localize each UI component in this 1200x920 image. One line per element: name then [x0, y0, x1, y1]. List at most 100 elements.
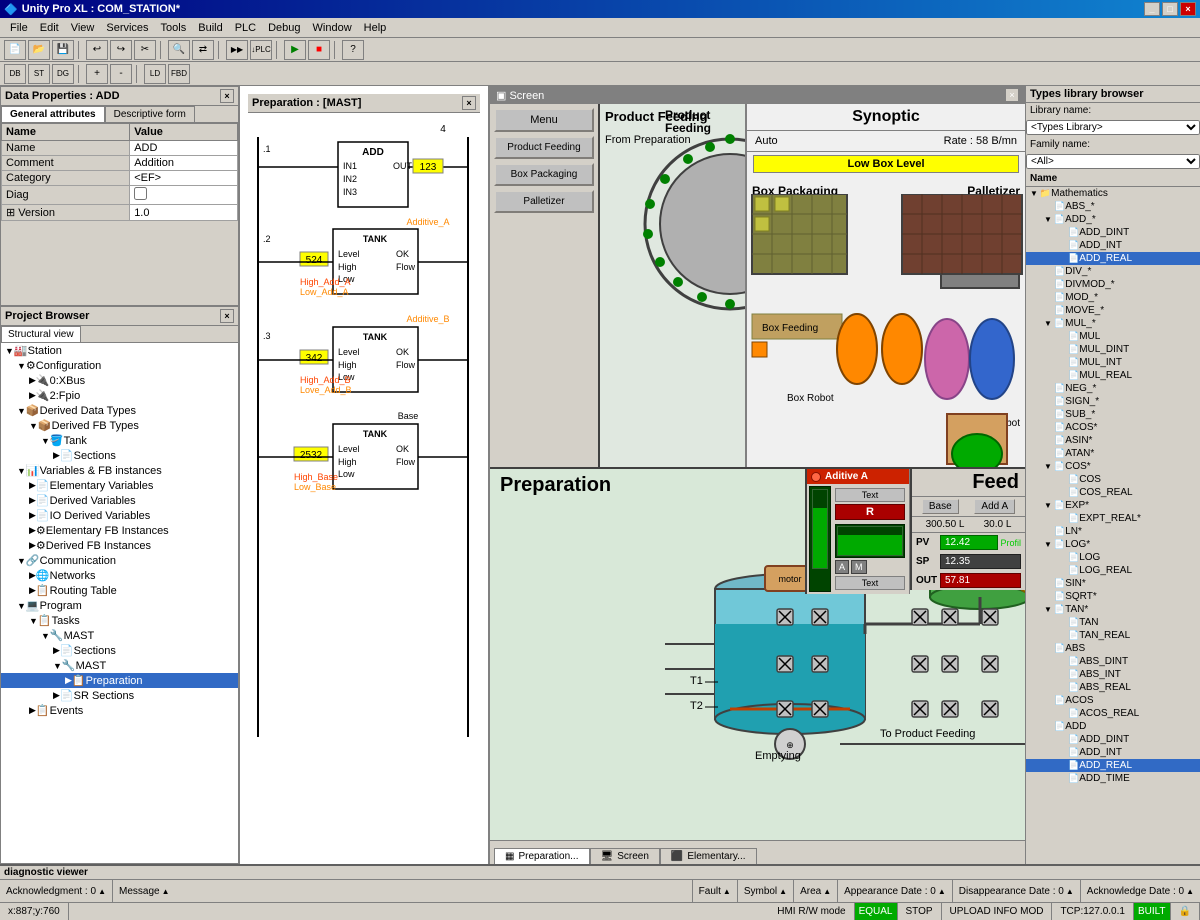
- tree-item-derived-fb-types[interactable]: ▼ 📦 Derived FB Types: [1, 418, 238, 433]
- lib-item-log-real[interactable]: 📄 LOG_REAL: [1026, 564, 1200, 577]
- new-btn[interactable]: 📄: [4, 40, 26, 60]
- tree-item-derived-variables[interactable]: ▶ 📄 Derived Variables: [1, 493, 238, 508]
- menu-tools[interactable]: Tools: [155, 20, 193, 36]
- redo-btn[interactable]: ↪: [110, 40, 132, 60]
- tree-item-sections[interactable]: ▶ 📄 Sections: [1, 643, 238, 658]
- screen-close[interactable]: ×: [1005, 88, 1019, 102]
- lib-item-add-int[interactable]: 📄 ADD_INT: [1026, 746, 1200, 759]
- m-button[interactable]: M: [851, 560, 867, 574]
- menu-view[interactable]: View: [65, 20, 101, 36]
- diag-col-appear[interactable]: Appearance Date : 0▲: [838, 880, 953, 902]
- tree-item-elementary-variables[interactable]: ▶ 📄 Elementary Variables: [1, 478, 238, 493]
- lib-item-add-real[interactable]: 📄 ADD_REAL: [1026, 759, 1200, 772]
- diag-col-fault[interactable]: Fault▲: [693, 880, 738, 902]
- cut-btn[interactable]: ✂: [134, 40, 156, 60]
- lib-expand-icon[interactable]: ▼: [1030, 189, 1038, 198]
- diag-col-disappear[interactable]: Disappearance Date : 0▲: [953, 880, 1081, 902]
- expand-icon[interactable]: ▶: [29, 570, 36, 581]
- ladder-btn[interactable]: LD: [144, 64, 166, 84]
- tree-item-0-xbus[interactable]: ▶ 🔌 0:XBus: [1, 373, 238, 388]
- tree-item-derived-data-types[interactable]: ▼ 📦 Derived Data Types: [1, 403, 238, 418]
- lib-item-cos-[interactable]: ▼📄 COS*: [1026, 460, 1200, 473]
- lib-item-mathematics[interactable]: ▼📁 Mathematics: [1026, 187, 1200, 200]
- close-button[interactable]: ×: [1180, 2, 1196, 16]
- fbd-btn[interactable]: FBD: [168, 64, 190, 84]
- palletizer-button[interactable]: Palletizer: [494, 190, 594, 213]
- lib-item-mul-int[interactable]: 📄 MUL_INT: [1026, 356, 1200, 369]
- structural-view-tab[interactable]: Structural view: [1, 326, 81, 342]
- download-btn[interactable]: ↓PLC: [250, 40, 272, 60]
- tree-item-sr-sections[interactable]: ▶ 📄 SR Sections: [1, 688, 238, 703]
- lib-expand-icon[interactable]: ▼: [1044, 462, 1052, 471]
- tree-item-station[interactable]: ▼ 🏭 Station: [1, 343, 238, 358]
- open-btn[interactable]: 📂: [28, 40, 50, 60]
- lib-item-abs-int[interactable]: 📄 ABS_INT: [1026, 668, 1200, 681]
- lib-item-sin-[interactable]: 📄 SIN*: [1026, 577, 1200, 590]
- lib-item-mod--[interactable]: 📄 MOD_*: [1026, 291, 1200, 304]
- diag-col-area[interactable]: Area▲: [794, 880, 838, 902]
- tab-general-attributes[interactable]: General attributes: [1, 106, 105, 122]
- find-btn[interactable]: 🔍: [168, 40, 190, 60]
- save-btn[interactable]: 💾: [52, 40, 74, 60]
- menu-file[interactable]: File: [4, 20, 34, 36]
- lib-item-tan-real[interactable]: 📄 TAN_REAL: [1026, 629, 1200, 642]
- lib-item-abs-real[interactable]: 📄 ABS_REAL: [1026, 681, 1200, 694]
- lib-item-sign--[interactable]: 📄 SIGN_*: [1026, 395, 1200, 408]
- lib-item-acos-real[interactable]: 📄 ACOS_REAL: [1026, 707, 1200, 720]
- prop-diag-checkbox[interactable]: [134, 187, 147, 200]
- lib-item-tan-[interactable]: ▼📄 TAN*: [1026, 603, 1200, 616]
- expand-icon[interactable]: ▼: [17, 406, 26, 416]
- tree-item-elementary-fb-instances[interactable]: ▶ ⚙ Elementary FB Instances: [1, 523, 238, 538]
- lib-item-mul--[interactable]: ▼📄 MUL_*: [1026, 317, 1200, 330]
- expand-icon[interactable]: ▼: [17, 361, 26, 371]
- lib-item-acos[interactable]: 📄 ACOS: [1026, 694, 1200, 707]
- expand-icon[interactable]: ▶: [29, 510, 36, 521]
- maximize-button[interactable]: □: [1162, 2, 1178, 16]
- lib-item-ln-[interactable]: 📄 LN*: [1026, 525, 1200, 538]
- expand-icon[interactable]: ▶: [53, 645, 60, 656]
- menu-debug[interactable]: Debug: [262, 20, 306, 36]
- expand-version[interactable]: ⊞: [6, 207, 18, 219]
- lib-item-abs--[interactable]: 📄 ABS_*: [1026, 200, 1200, 213]
- family-name-select[interactable]: <All>: [1026, 154, 1200, 169]
- tree-item-networks[interactable]: ▶ 🌐 Networks: [1, 568, 238, 583]
- product-feeding-button[interactable]: Product Feeding: [494, 136, 594, 159]
- lib-item-log[interactable]: 📄 LOG: [1026, 551, 1200, 564]
- expand-icon[interactable]: ▶: [29, 705, 36, 716]
- lib-expand-icon[interactable]: ▼: [1044, 605, 1052, 614]
- lib-item-acos-[interactable]: 📄 ACOS*: [1026, 421, 1200, 434]
- box-packaging-button[interactable]: Box Packaging: [494, 163, 594, 186]
- lib-item-add--[interactable]: ▼📄 ADD_*: [1026, 213, 1200, 226]
- diag-col-message[interactable]: Message▲: [113, 880, 693, 902]
- help-icon-btn[interactable]: ?: [342, 40, 364, 60]
- menu-help[interactable]: Help: [358, 20, 393, 36]
- project-browser-close[interactable]: ×: [220, 309, 234, 323]
- stop-btn[interactable]: ■: [308, 40, 330, 60]
- lib-item-add-time[interactable]: 📄 ADD_TIME: [1026, 772, 1200, 785]
- expand-icon[interactable]: ▶: [65, 675, 72, 686]
- build-btn[interactable]: ▶▶: [226, 40, 248, 60]
- lib-item-mul-dint[interactable]: 📄 MUL_DINT: [1026, 343, 1200, 356]
- menu-button[interactable]: Menu: [494, 108, 594, 132]
- data-btn[interactable]: DB: [4, 64, 26, 84]
- tree-item-events[interactable]: ▶ 📋 Events: [1, 703, 238, 718]
- lib-item-add-int[interactable]: 📄 ADD_INT: [1026, 239, 1200, 252]
- tree-item-tasks[interactable]: ▼ 📋 Tasks: [1, 613, 238, 628]
- tree-item-tank[interactable]: ▼ 🪣 Tank: [1, 433, 238, 448]
- expand-icon[interactable]: ▼: [29, 616, 38, 626]
- expand-icon[interactable]: ▶: [29, 585, 36, 596]
- lib-item-add-dint[interactable]: 📄 ADD_DINT: [1026, 226, 1200, 239]
- replace-btn[interactable]: ⇄: [192, 40, 214, 60]
- expand-icon[interactable]: ▼: [17, 466, 26, 476]
- tree-item-communication[interactable]: ▼ 🔗 Communication: [1, 553, 238, 568]
- expand-icon[interactable]: ▼: [53, 661, 62, 671]
- diag-col-ack-date[interactable]: Acknowledge Date : 0▲: [1081, 880, 1200, 902]
- lib-item-sqrt-[interactable]: 📄 SQRT*: [1026, 590, 1200, 603]
- tree-item-mast[interactable]: ▼ 🔧 MAST: [1, 628, 238, 643]
- menu-services[interactable]: Services: [100, 20, 154, 36]
- expand-icon[interactable]: ▶: [29, 495, 36, 506]
- lib-expand-icon[interactable]: ▼: [1044, 540, 1052, 549]
- lib-expand-icon[interactable]: ▼: [1044, 215, 1052, 224]
- expand-icon[interactable]: ▶: [53, 690, 60, 701]
- tree-item-sections[interactable]: ▶ 📄 Sections: [1, 448, 238, 463]
